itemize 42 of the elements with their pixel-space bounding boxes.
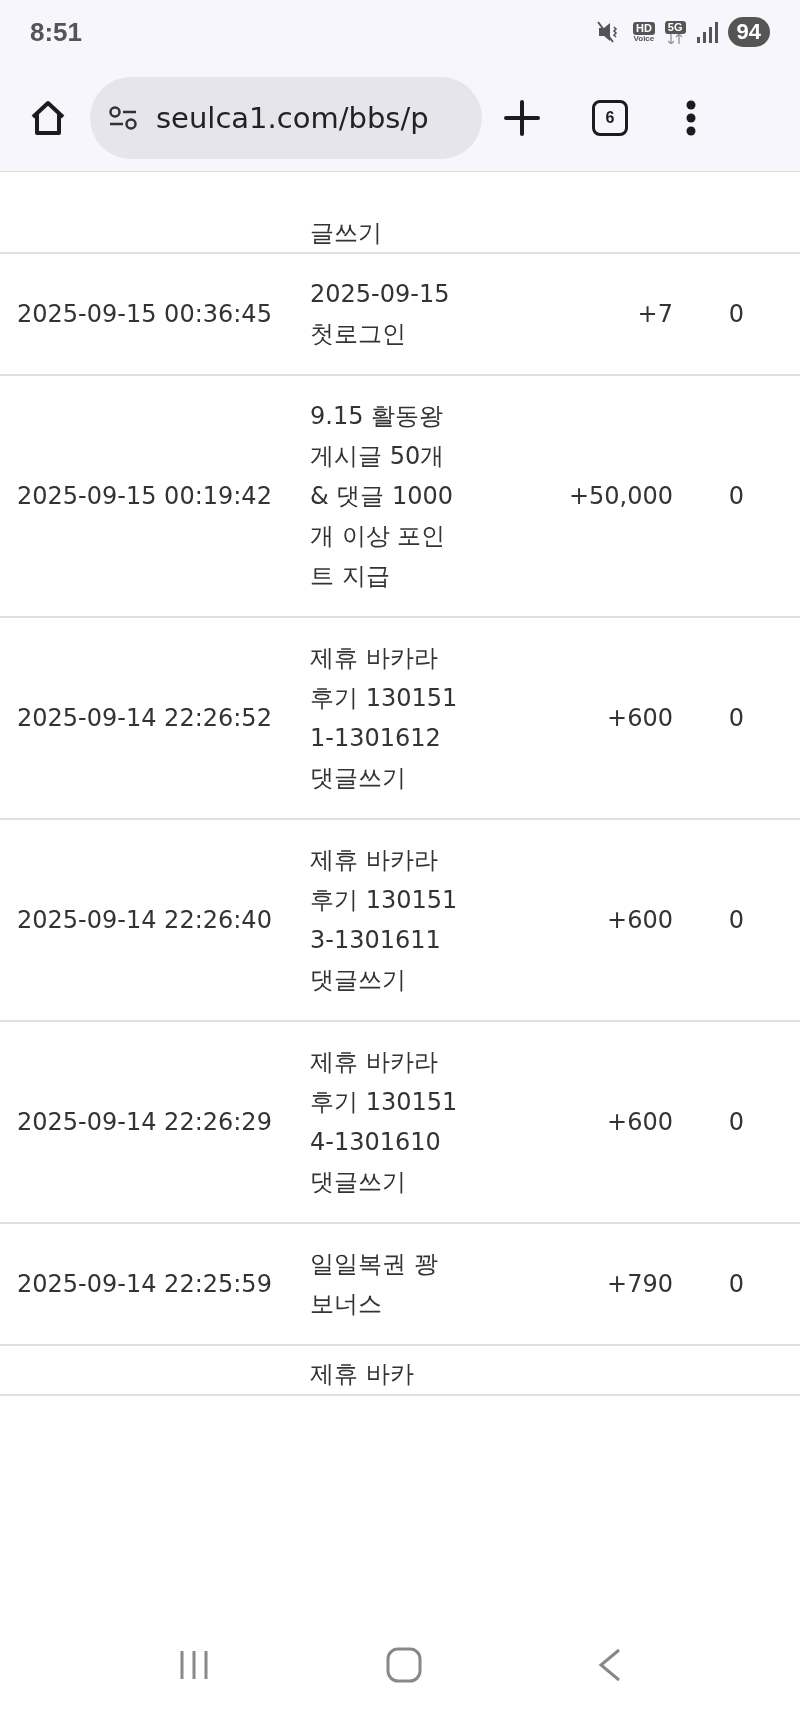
voice-label: Voice — [633, 34, 655, 43]
balance-cell-text: 0 — [728, 299, 745, 330]
battery-level: 94 — [727, 17, 770, 47]
description-cell-text: 글쓰기 — [310, 218, 382, 249]
balance-cell-text: 0 — [728, 1269, 745, 1300]
points-cell-text: +790 — [607, 1269, 673, 1300]
points-cell-text: +7 — [637, 299, 673, 330]
description-cell-text: 제휴 바카라후기 1301514-1301610 댓글쓰기 — [310, 1047, 459, 1198]
signal-icon — [695, 21, 718, 43]
description-cell-text: 일일복권 꽝 보너스 — [310, 1249, 439, 1320]
url-text: seulca1.com/bbs/p — [156, 100, 429, 135]
hd-label: HD — [632, 21, 655, 35]
points-cell-text: +50,000 — [568, 481, 673, 512]
more-menu-button[interactable] — [686, 99, 696, 136]
balance-cell-text: 0 — [728, 1107, 745, 1138]
new-tab-button[interactable] — [504, 99, 540, 136]
date-cell-text: 2025-09-15 00:36:45 — [16, 299, 272, 330]
date-cell-text: 2025-09-14 22:25:59 — [16, 1269, 272, 1300]
description-cell-text: 제휴 바카라후기 1301511-1301612 댓글쓰기 — [310, 643, 459, 794]
date-cell-text: 2025-09-14 22:26:52 — [16, 703, 272, 734]
points-cell-text: +600 — [607, 703, 673, 734]
description-cell-text: 제휴 바카 — [310, 1359, 414, 1390]
balance-cell-text: 0 — [728, 905, 745, 936]
description-cell-text: 9.15 활동왕 게시글 50개 & 댓글 1000개 이상 포인트 지급 — [310, 401, 455, 592]
data-arrows-icon — [666, 33, 685, 44]
description-cell-text: 제휴 바카라후기 1301513-1301611 댓글쓰기 — [310, 845, 459, 996]
points-cell-text: +600 — [607, 1107, 673, 1138]
site-settings-icon — [108, 105, 138, 130]
address-bar[interactable]: seulca1.com/bbs/p — [90, 76, 482, 159]
balance-cell-text: 0 — [728, 481, 745, 512]
network-label: 5G — [664, 20, 686, 34]
description-cell-text: 2025-09-15 첫로그인 — [310, 279, 451, 350]
date-cell-text: 2025-09-14 22:26:29 — [16, 1107, 272, 1138]
points-cell-text: +600 — [607, 905, 673, 936]
home-nav-button[interactable] — [386, 1647, 422, 1683]
date-cell-text: 2025-09-15 00:19:42 — [16, 481, 272, 512]
recent-apps-button[interactable] — [178, 1649, 210, 1681]
date-cell-text: 2025-09-14 22:26:40 — [16, 905, 272, 936]
status-time: 8:51 — [30, 16, 83, 48]
back-button[interactable] — [598, 1648, 622, 1682]
balance-cell-text: 0 — [728, 703, 745, 734]
tab-count-button[interactable]: 6 — [592, 99, 628, 136]
